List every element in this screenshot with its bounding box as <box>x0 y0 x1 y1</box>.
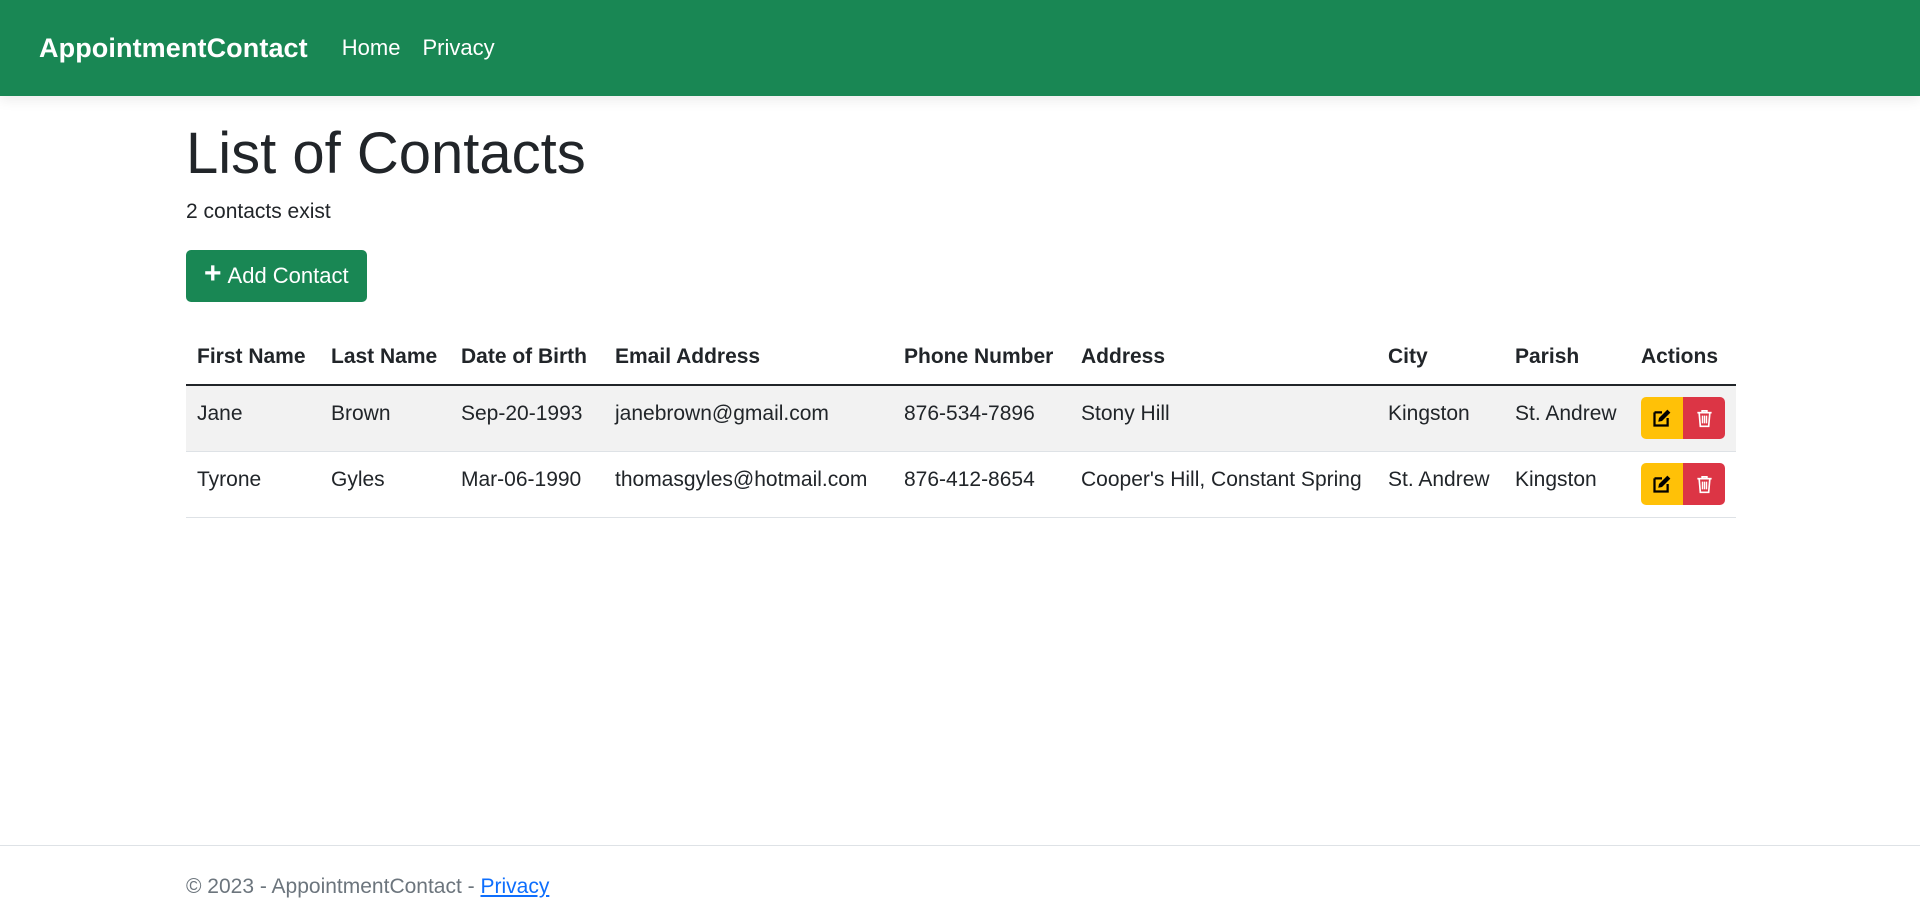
edit-button[interactable] <box>1641 462 1683 505</box>
brand-link[interactable]: AppointmentContact <box>39 33 308 64</box>
header-city: City <box>1377 331 1504 386</box>
header-first-name: First Name <box>186 331 320 386</box>
cell-dob: Sep-20-1993 <box>450 384 604 452</box>
header-dob: Date of Birth <box>450 331 604 386</box>
cell-address: Stony Hill <box>1070 384 1377 452</box>
edit-icon <box>1653 409 1671 427</box>
footer-copyright: © 2023 - AppointmentContact - <box>186 875 481 898</box>
footer-privacy-link[interactable]: Privacy <box>480 875 549 898</box>
cell-first-name: Tyrone <box>186 451 320 518</box>
cell-parish: St. Andrew <box>1504 384 1630 452</box>
cell-dob: Mar-06-1990 <box>450 451 604 518</box>
main-content: List of Contacts 2 contacts exist + Add … <box>186 96 1736 518</box>
page-title: List of Contacts <box>186 121 586 186</box>
header-last-name: Last Name <box>320 331 450 386</box>
cell-parish: Kingston <box>1504 451 1630 518</box>
table-row: Jane Brown Sep-20-1993 janebrown@gmail.c… <box>186 384 1736 452</box>
nav-link-privacy[interactable]: Privacy <box>422 35 494 61</box>
delete-button[interactable] <box>1683 462 1725 505</box>
footer-content: © 2023 - AppointmentContact - Privacy <box>186 875 549 899</box>
add-contact-label: Add Contact <box>227 262 349 288</box>
navbar: AppointmentContact Home Privacy <box>0 0 1920 96</box>
contact-count: 2 contacts exist <box>186 199 331 223</box>
footer: © 2023 - AppointmentContact - Privacy <box>0 845 1920 920</box>
cell-actions <box>1630 451 1736 518</box>
nav-link-home[interactable]: Home <box>342 35 401 61</box>
cell-city: Kingston <box>1377 384 1504 452</box>
table-header-row: First Name Last Name Date of Birth Email… <box>186 331 1736 386</box>
trash-icon <box>1696 409 1712 427</box>
header-address: Address <box>1070 331 1377 386</box>
header-phone: Phone Number <box>893 331 1070 386</box>
trash-icon <box>1696 475 1712 493</box>
delete-button[interactable] <box>1683 396 1725 439</box>
add-contact-button[interactable]: + Add Contact <box>186 249 367 302</box>
plus-icon: + <box>204 257 222 291</box>
header-email: Email Address <box>604 331 893 386</box>
cell-email: thomasgyles@hotmail.com <box>604 451 893 518</box>
cell-last-name: Brown <box>320 384 450 452</box>
table-row: Tyrone Gyles Mar-06-1990 thomasgyles@hot… <box>186 451 1736 518</box>
contacts-table: First Name Last Name Date of Birth Email… <box>186 331 1736 518</box>
edit-icon <box>1653 475 1671 493</box>
cell-city: St. Andrew <box>1377 451 1504 518</box>
cell-phone: 876-534-7896 <box>893 384 1070 452</box>
cell-last-name: Gyles <box>320 451 450 518</box>
header-actions: Actions <box>1630 331 1736 386</box>
edit-button[interactable] <box>1641 396 1683 439</box>
cell-address: Cooper's Hill, Constant Spring <box>1070 451 1377 518</box>
cell-phone: 876-412-8654 <box>893 451 1070 518</box>
cell-actions <box>1630 384 1736 452</box>
header-parish: Parish <box>1504 331 1630 386</box>
cell-first-name: Jane <box>186 384 320 452</box>
cell-email: janebrown@gmail.com <box>604 384 893 452</box>
